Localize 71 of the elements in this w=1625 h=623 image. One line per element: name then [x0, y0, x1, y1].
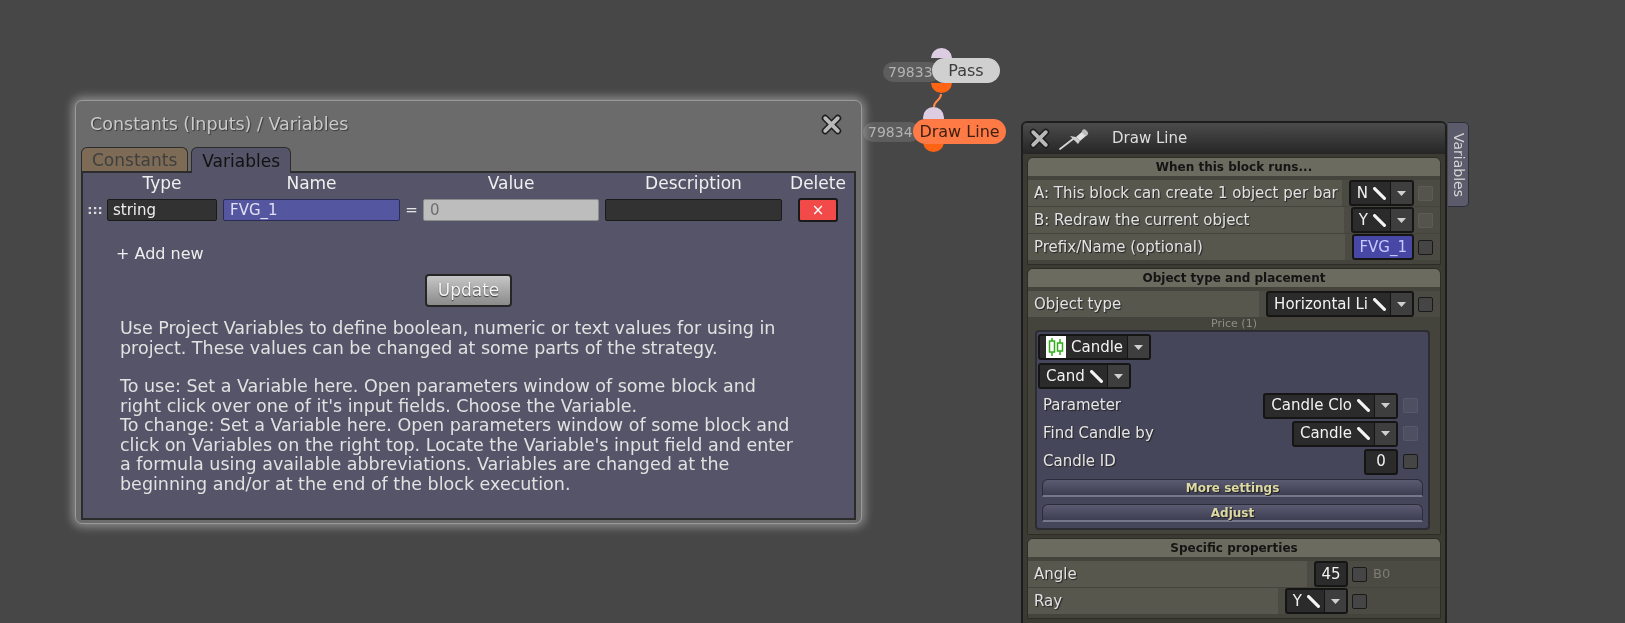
dropdown[interactable]: Cand	[1038, 363, 1131, 389]
dropdown[interactable]: Horizontal Li	[1266, 291, 1414, 317]
field-label: Prefix/Name (optional)	[1028, 234, 1346, 260]
section-header: When this block runs...	[1028, 158, 1440, 176]
dialog-title: Constants (Inputs) / Variables	[90, 112, 349, 136]
field-label: Parameter	[1043, 395, 1123, 417]
field-label: Find Candle by	[1043, 423, 1155, 445]
help-paragraph: Use Project Variables to define boolean, numeric or text values for using in project. These values can be changed at some parts of the strategy.	[120, 319, 777, 358]
help-paragraph: To change: Set a Variable here. Open parameters window of some block and click on Variables on the right top. Locate the Variable's input field and enter a formula using available abbreviations. Variables are changed at the beginning and/or at the end of the block execution.	[120, 416, 795, 494]
pin-icon[interactable]	[1058, 126, 1090, 151]
dropdown[interactable]: Candle	[1291, 420, 1398, 447]
slash-icon	[1089, 369, 1103, 383]
type-field[interactable]: string	[107, 199, 217, 221]
caret-icon	[1381, 403, 1390, 408]
column-header: Description	[644, 173, 743, 193]
checkbox[interactable]	[1403, 454, 1418, 469]
caret-icon	[1397, 301, 1406, 307]
close-icon[interactable]	[1029, 128, 1050, 149]
variable-field[interactable]: FVG_1	[1352, 234, 1414, 260]
equals-sign: =	[404, 203, 419, 217]
close-icon[interactable]	[821, 113, 842, 135]
column-header: Name	[285, 173, 338, 193]
group-caption: Price (1)	[1210, 317, 1258, 330]
field-label: Candle ID	[1043, 451, 1117, 473]
caret-icon	[1113, 373, 1123, 379]
slash-icon	[1373, 297, 1386, 311]
section-button[interactable]: More settings	[1042, 479, 1423, 497]
column-header: Value	[486, 173, 536, 193]
panel-title: Draw Line	[1112, 128, 1188, 150]
dropdown[interactable]: Y	[1284, 588, 1348, 614]
caret-icon	[1381, 431, 1390, 436]
help-paragraph: To use: Set a Variable here. Open parameters window of some block and right click over one of it's input fields. Choose the Variable.	[120, 377, 757, 416]
flow-node[interactable]: Pass	[932, 58, 1000, 83]
checkbox[interactable]	[1352, 566, 1367, 582]
slash-icon	[1307, 594, 1320, 608]
caret-icon	[1397, 217, 1406, 223]
dropdown[interactable]: Candle	[1038, 334, 1152, 360]
description-field[interactable]	[605, 199, 782, 221]
field-label: Angle	[1028, 561, 1307, 587]
checkbox[interactable]	[1418, 239, 1433, 255]
section-header: Specific properties	[1028, 539, 1440, 557]
caret-icon	[1134, 344, 1144, 350]
section-header: Object type and placement	[1028, 269, 1440, 287]
slash-icon	[1357, 427, 1370, 440]
add-new-link[interactable]: + Add new	[116, 244, 204, 264]
dropdown[interactable]: Y	[1350, 207, 1414, 233]
candlestick-icon	[1046, 336, 1066, 358]
column-header: Type	[141, 173, 183, 193]
checkbox[interactable]	[1352, 593, 1367, 609]
slash-icon	[1357, 399, 1370, 412]
column-header: Delete	[789, 173, 847, 193]
caret-icon	[1397, 190, 1406, 196]
field-label: Object type	[1028, 291, 1260, 317]
section-button[interactable]: Adjust	[1042, 504, 1423, 522]
flow-node[interactable]: Draw Line	[913, 119, 1006, 144]
field-label: Ray	[1028, 588, 1278, 614]
connector-line	[930, 94, 944, 107]
number-field[interactable]: 0	[1364, 448, 1398, 475]
field-label: B: Redraw the current object	[1028, 207, 1344, 233]
slash-icon	[1373, 186, 1386, 200]
checkbox[interactable]	[1418, 296, 1433, 312]
number-field[interactable]: 45	[1314, 561, 1348, 587]
caret-icon	[1331, 598, 1340, 604]
dropdown[interactable]: Candle Clo	[1263, 392, 1398, 419]
side-tab[interactable]: Variables	[1448, 122, 1469, 207]
dropdown[interactable]: N	[1348, 180, 1414, 206]
drag-handle[interactable]: :::	[83, 200, 107, 220]
delete-button[interactable]: ×	[798, 198, 838, 222]
name-field[interactable]: FVG_1	[223, 199, 400, 221]
slash-icon	[1373, 213, 1386, 227]
field-label: A: This block can create 1 object per bar	[1028, 180, 1342, 206]
